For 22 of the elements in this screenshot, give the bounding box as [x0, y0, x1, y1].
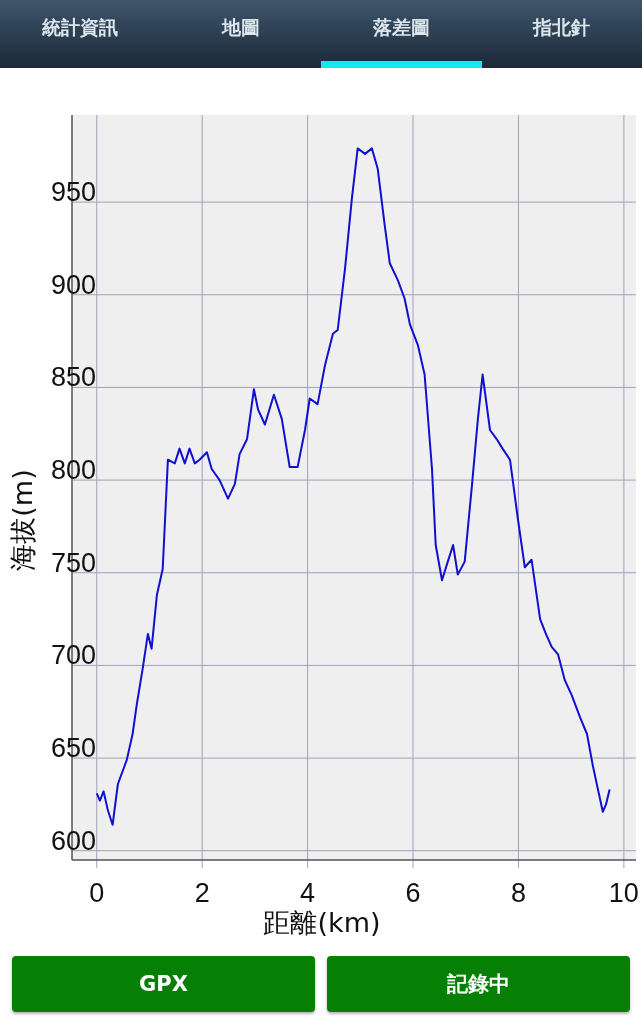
y-tick-label: 950	[50, 177, 96, 208]
tab[interactable]: 指北針	[481, 0, 642, 68]
action-button[interactable]: 記錄中	[327, 956, 630, 1012]
y-axis-title: 海拔(m)	[7, 469, 38, 571]
x-tick-label: 8	[510, 878, 526, 908]
x-tick-label: 2	[194, 878, 210, 908]
x-tick-label: 4	[300, 878, 316, 908]
y-tick-label: 650	[50, 733, 96, 764]
y-tick-label: 750	[50, 547, 96, 578]
x-axis-title: 距離(km)	[263, 907, 381, 938]
y-tick-label: 600	[50, 825, 96, 856]
y-tick-label: 800	[50, 455, 96, 486]
x-tick-label: 10	[608, 878, 639, 908]
tab[interactable]: 落差圖	[321, 0, 482, 68]
tab[interactable]: 統計資訊	[0, 0, 161, 68]
y-tick-label: 850	[50, 362, 96, 393]
x-tick-label: 0	[89, 878, 105, 908]
x-tick-label: 6	[405, 878, 421, 908]
action-button[interactable]: GPX	[12, 956, 315, 1012]
y-tick-label: 700	[50, 640, 96, 671]
y-tick-label: 900	[50, 269, 96, 300]
tab[interactable]: 地圖	[160, 0, 321, 68]
